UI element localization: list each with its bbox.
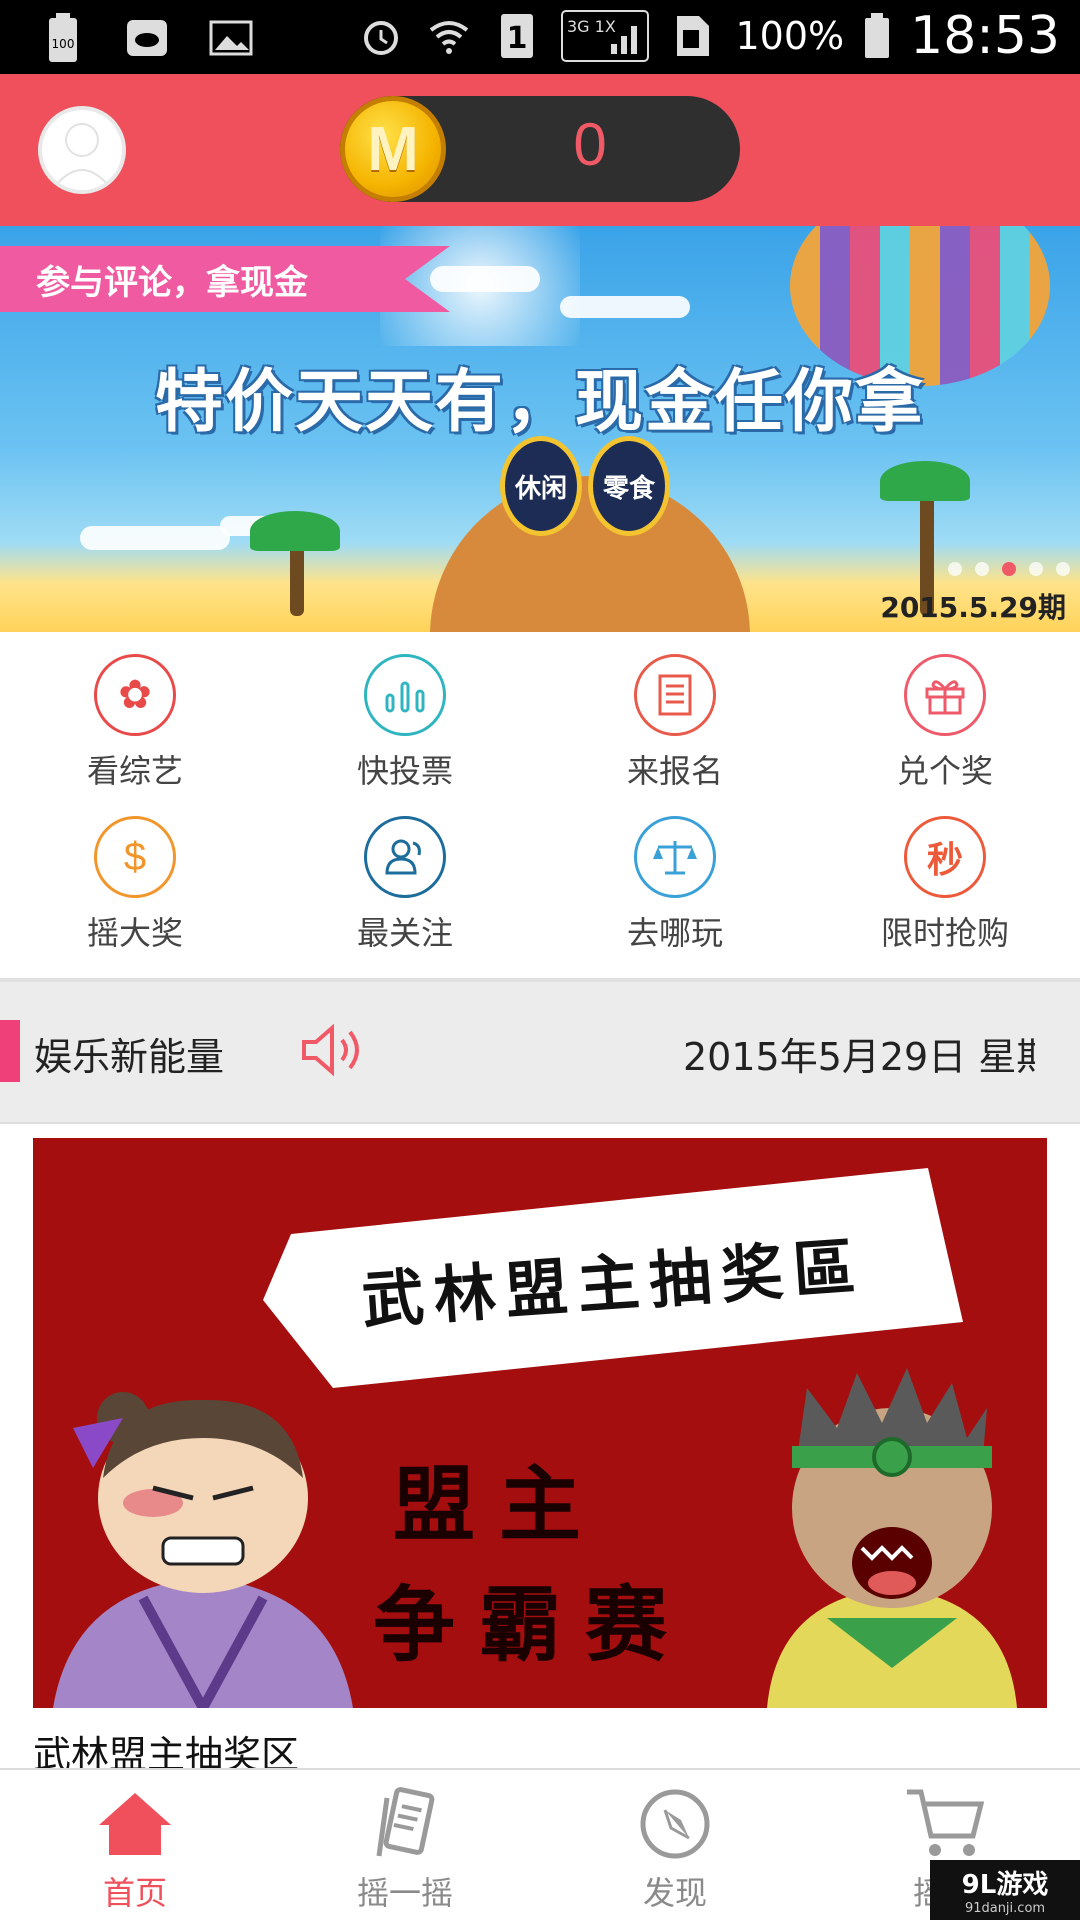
grid-item-label: 快投票	[356, 752, 453, 790]
grid-item-trending[interactable]: 最关注	[270, 816, 540, 966]
shake-icon	[360, 1784, 450, 1864]
bottom-navigation: 首页 摇一摇 发现 摇摇 9L游戏 91danji.com	[0, 1768, 1080, 1920]
battery-percent: 100%	[735, 14, 845, 58]
binoculars: 休闲 零食	[500, 436, 670, 536]
flash-sale-icon: 秒	[904, 816, 986, 898]
speaker-icon[interactable]	[300, 1020, 370, 1080]
battery-icon	[862, 8, 892, 64]
grid-item-label: 摇大奖	[86, 914, 183, 952]
user-avatar[interactable]	[38, 106, 126, 194]
section-accent-bar	[0, 1020, 20, 1082]
nav-discover[interactable]: 发现	[540, 1784, 810, 1914]
users-icon	[364, 816, 446, 898]
compass-icon	[630, 1784, 720, 1864]
grid-item-signup[interactable]: 来报名	[540, 654, 810, 804]
card-poster-image[interactable]: 武林盟主抽奖區 盟主 争霸赛	[33, 1138, 1047, 1708]
speech-bubble: 武林盟主抽奖區	[263, 1168, 963, 1388]
feed-card[interactable]: 武林盟主抽奖區 盟主 争霸赛 武林盟主抽奖区	[0, 1122, 1080, 1777]
alarm-icon	[356, 8, 406, 64]
variety-icon: ✿	[94, 654, 176, 736]
nav-label: 摇一摇	[356, 1874, 453, 1912]
network-label: 3G 1X	[567, 17, 616, 36]
promo-banner[interactable]: 参与评论，拿现金 特价天天有，现金任你拿 休闲 零食 2015.5.29期	[0, 226, 1080, 632]
grid-item-label: 兑个奖	[896, 752, 993, 790]
cell-signal-icon: 3G 1X	[560, 8, 650, 64]
cartoon-scholar-illustration	[53, 1392, 353, 1708]
carousel-dot-active[interactable]	[1002, 562, 1016, 576]
sim-slot-icon: 1	[492, 8, 542, 64]
section-header: 娱乐新能量 2015年5月29日 星期五	[0, 982, 1080, 1122]
carousel-indicator	[948, 562, 1070, 576]
banner-tag-text: 参与评论，拿现金	[36, 262, 308, 303]
dollar-icon: $	[94, 816, 176, 898]
signup-doc-icon	[634, 654, 716, 736]
grid-item-redeem[interactable]: 兑个奖	[810, 654, 1080, 804]
cloud	[80, 526, 230, 550]
grid-item-flash-sale[interactable]: 秒 限时抢购	[810, 816, 1080, 966]
scale-icon	[634, 816, 716, 898]
image-icon	[206, 10, 256, 66]
palm-leaves	[250, 511, 340, 551]
nav-label: 首页	[102, 1874, 167, 1912]
battery-notification-icon: 100	[38, 10, 88, 66]
banner-headline: 特价天天有，现金任你拿	[154, 363, 925, 442]
nav-home[interactable]: 首页	[0, 1784, 270, 1914]
coin-balance[interactable]: M 0	[340, 96, 740, 202]
app-header: M 0	[0, 74, 1080, 226]
grid-item-variety[interactable]: ✿ 看综艺	[0, 654, 270, 804]
binocular-left-label: 休闲	[500, 436, 582, 536]
home-icon	[90, 1784, 180, 1864]
speech-bubble-text: 武林盟主抽奖區	[359, 1229, 868, 1338]
grid-item-vote[interactable]: 快投票	[270, 654, 540, 804]
carousel-dot[interactable]	[975, 562, 989, 576]
grid-item-where-to-go[interactable]: 去哪玩	[540, 816, 810, 966]
coin-count: 0	[573, 111, 607, 178]
feature-grid: ✿ 看综艺 快投票 来报名 兑个奖 $ 摇大奖 最关注 去哪玩 秒 限时抢购	[0, 632, 1080, 978]
grid-item-label: 最关注	[356, 914, 453, 952]
carousel-dot[interactable]	[1056, 562, 1070, 576]
date-marquee: 2015年5月29日 星期五	[683, 1035, 1035, 1079]
status-bar: 100 1 3G 1X 100% 18:53	[0, 0, 1080, 74]
grid-item-label: 限时抢购	[880, 914, 1009, 952]
grid-item-label: 看综艺	[86, 752, 183, 790]
default-user-icon	[51, 123, 113, 190]
banner-issue-date: 2015.5.29期	[880, 591, 1066, 624]
nav-label: 发现	[642, 1874, 707, 1912]
gift-icon	[904, 654, 986, 736]
coin-letter: M	[367, 114, 419, 184]
vote-chart-icon	[364, 654, 446, 736]
clock: 18:53	[910, 6, 1060, 66]
grid-item-label: 来报名	[626, 752, 723, 790]
mask-app-icon	[122, 10, 172, 66]
coin-icon: M	[340, 96, 446, 202]
poster-title-line1: 盟主	[393, 1457, 606, 1553]
palm-leaves	[880, 461, 970, 501]
cloud	[430, 266, 540, 292]
poster-title-line2: 争霸赛	[373, 1577, 692, 1673]
cloud	[560, 296, 690, 318]
carousel-dot[interactable]	[948, 562, 962, 576]
sim-card-alert-icon	[668, 8, 718, 64]
sim-slot-label: 1	[506, 21, 527, 56]
carousel-dot[interactable]	[1029, 562, 1043, 576]
battery-notification-label: 100	[52, 37, 75, 51]
cartoon-warrior-illustration	[767, 1368, 1017, 1708]
watermark-brand: 9L游戏	[961, 1870, 1049, 1900]
binocular-right-label: 零食	[588, 436, 670, 536]
section-title: 娱乐新能量	[34, 1035, 225, 1079]
wifi-icon	[424, 8, 474, 64]
site-watermark: 9L游戏 91danji.com	[930, 1860, 1080, 1920]
cart-icon	[900, 1784, 990, 1864]
banner-tag: 参与评论，拿现金	[0, 246, 450, 312]
nav-shake[interactable]: 摇一摇	[270, 1784, 540, 1914]
grid-item-label: 去哪玩	[626, 914, 723, 952]
watermark-site: 91danji.com	[964, 1901, 1046, 1916]
grid-item-jackpot[interactable]: $ 摇大奖	[0, 816, 270, 966]
